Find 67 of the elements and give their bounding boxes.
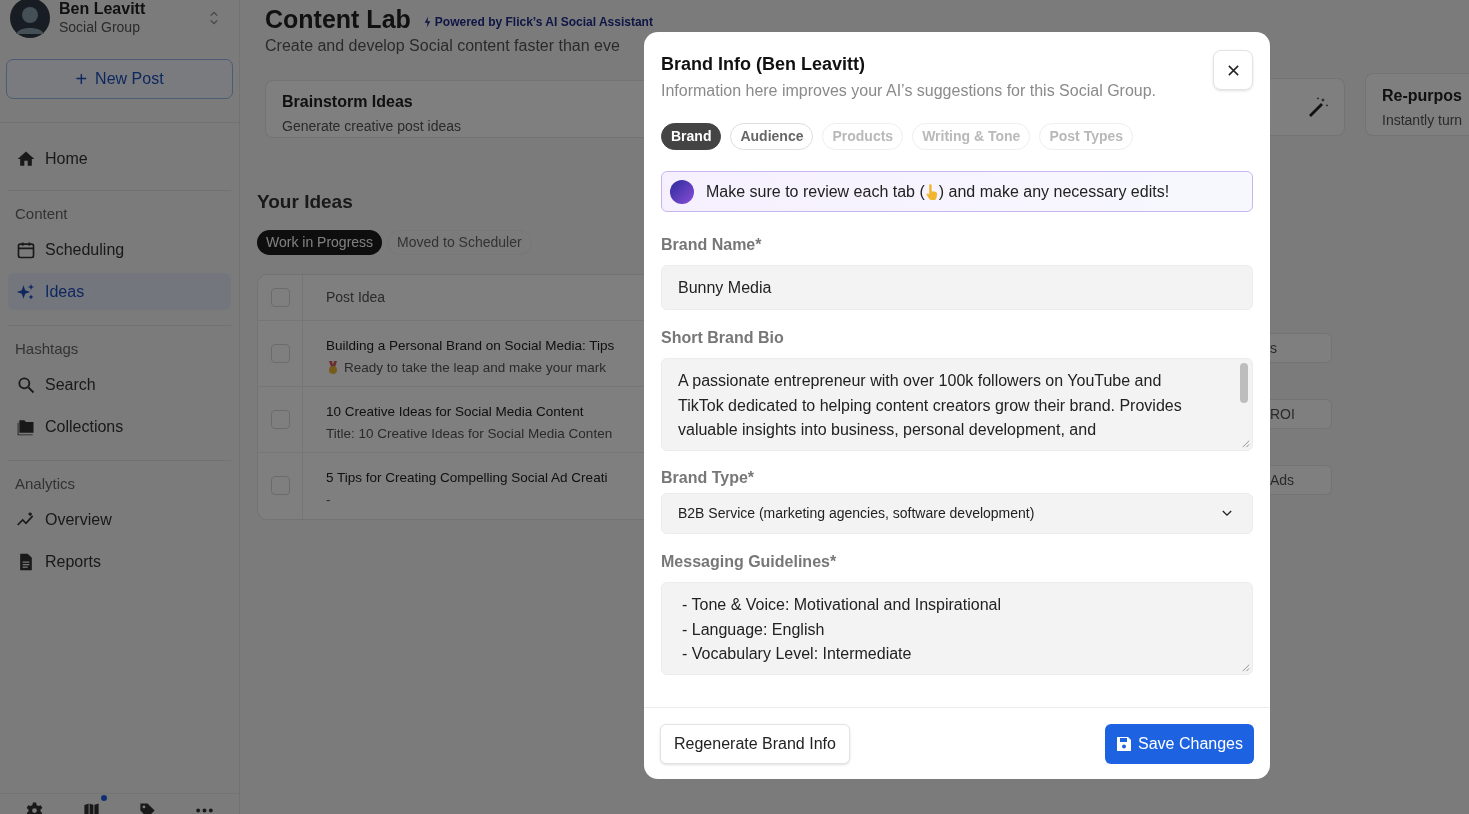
section-heading: Analytics [14, 473, 77, 494]
nav-item[interactable]: Search [8, 366, 231, 403]
field-label: Brand Name* [661, 236, 763, 254]
section-title: Your Ideas [257, 190, 354, 214]
close-button[interactable] [1213, 50, 1253, 90]
tool-card[interactable]: Brainstorm Ideas Generate creative post ideas [265, 80, 644, 138]
dialog-tab[interactable]: Audience [730, 123, 814, 150]
idea-title: Building a Personal Brand on Social Media: Tips [326, 336, 615, 355]
pointing-hand-icon [924, 182, 939, 201]
filter-tab[interactable]: Work in Progress [257, 229, 383, 255]
idea-title: 10 Creative Ideas for Social Media Content [326, 402, 585, 421]
tag-chip: ROI [1270, 399, 1332, 429]
section-heading: Hashtags [14, 338, 80, 359]
field-label: Short Brand Bio [661, 329, 785, 347]
page-title: Content Lab [265, 4, 411, 35]
field-label: Brand Type* [661, 469, 756, 487]
filter-tab[interactable]: Moved to Scheduler [387, 229, 532, 255]
page-subtitle: Create and develop Social content faster than eve [264, 36, 621, 56]
lightning-icon [423, 16, 431, 28]
field-label: Messaging Guidelines* [661, 553, 838, 571]
text-area[interactable]: - Tone & Voice: Motivational and Inspirational - Language: English - Vocabulary Level: Intermediate [661, 582, 1253, 675]
new-post-button[interactable]: + New Post [6, 59, 233, 99]
nav-item[interactable]: Home [8, 140, 231, 177]
select-field[interactable]: B2B Service (marketing agencies, software development) [661, 493, 1253, 534]
text-area-value: - Tone & Voice: Motivational and Inspirational - Language: English - Vocabulary Level: Intermediate [682, 595, 1001, 664]
text-area[interactable]: A passionate entrepreneur with over 100k followers on YouTube and TikTok dedicated to helping content creators grow their brand. Provides valuable insights into business, personal development, and [661, 358, 1253, 451]
dialog-tab[interactable]: Brand [661, 123, 722, 150]
nav-item[interactable]: Reports [8, 543, 231, 580]
nav-item[interactable]: Scheduling [8, 231, 231, 268]
card-description: Generate creative post ideas [282, 117, 462, 136]
idea-preview: Title: 10 Creative Ideas for Social Media Conten [326, 424, 613, 443]
card-description: Instantly turn [1382, 111, 1464, 130]
tag-chip: Ads [1270, 465, 1332, 495]
close-icon [1226, 63, 1240, 77]
assistant-orb-icon [670, 179, 694, 204]
notice-text: Make sure to review each tab ( [706, 181, 925, 202]
section-heading: Content [14, 203, 69, 224]
tool-card[interactable]: Re-purpos Instantly turn [1365, 73, 1469, 136]
avatar [10, 0, 50, 38]
idea-preview: - [326, 490, 331, 509]
save-icon [1116, 735, 1133, 752]
dialog-subtitle: Information here improves your AI’s suggestions for this Social Group. [661, 81, 1158, 101]
nav-item[interactable]: Collections [8, 408, 231, 445]
idea-title: 5 Tips for Creating Compelling Social Ad Creati [326, 468, 608, 487]
search-icon [16, 374, 36, 395]
group-name: Social Group [59, 19, 141, 37]
notice-text: ) and make any necessary edits! [938, 181, 1170, 202]
regenerate-button[interactable]: Regenerate Brand Info [660, 723, 850, 764]
nav-item[interactable]: Overview [8, 501, 231, 538]
scrollbar-thumb[interactable] [1240, 363, 1248, 403]
user-name: Ben Leavitt [59, 0, 147, 20]
select-value: B2B Service (marketing agencies, software development) [678, 504, 1035, 523]
idea-preview: Ready to take the leap and make your mark [344, 358, 606, 377]
resize-handle-icon[interactable] [1241, 663, 1250, 672]
card-title: Brainstorm Ideas [282, 92, 414, 112]
powered-by-label: Powered by Flick’s AI Social Assistant [434, 14, 653, 31]
column-header: Post Idea [326, 287, 386, 307]
up-down-chevron-icon[interactable] [209, 10, 219, 26]
dialog-title: Brand Info (Ben Leavitt) [661, 53, 865, 76]
text-field[interactable]: Bunny Media [661, 265, 1253, 310]
tag-chip: s [1270, 333, 1332, 363]
nav-item[interactable]: Ideas [8, 273, 231, 310]
save-button[interactable]: Save Changes [1105, 723, 1254, 764]
chevron-down-icon [1222, 510, 1232, 517]
text-area-value: A passionate entrepreneur with over 100k followers on YouTube and TikTok dedicated to helping content creators grow their brand. Provides valuable insights into business, personal development, and [678, 371, 1183, 440]
resize-handle-icon[interactable] [1241, 439, 1250, 448]
card-title: Re-purpos [1382, 86, 1463, 106]
